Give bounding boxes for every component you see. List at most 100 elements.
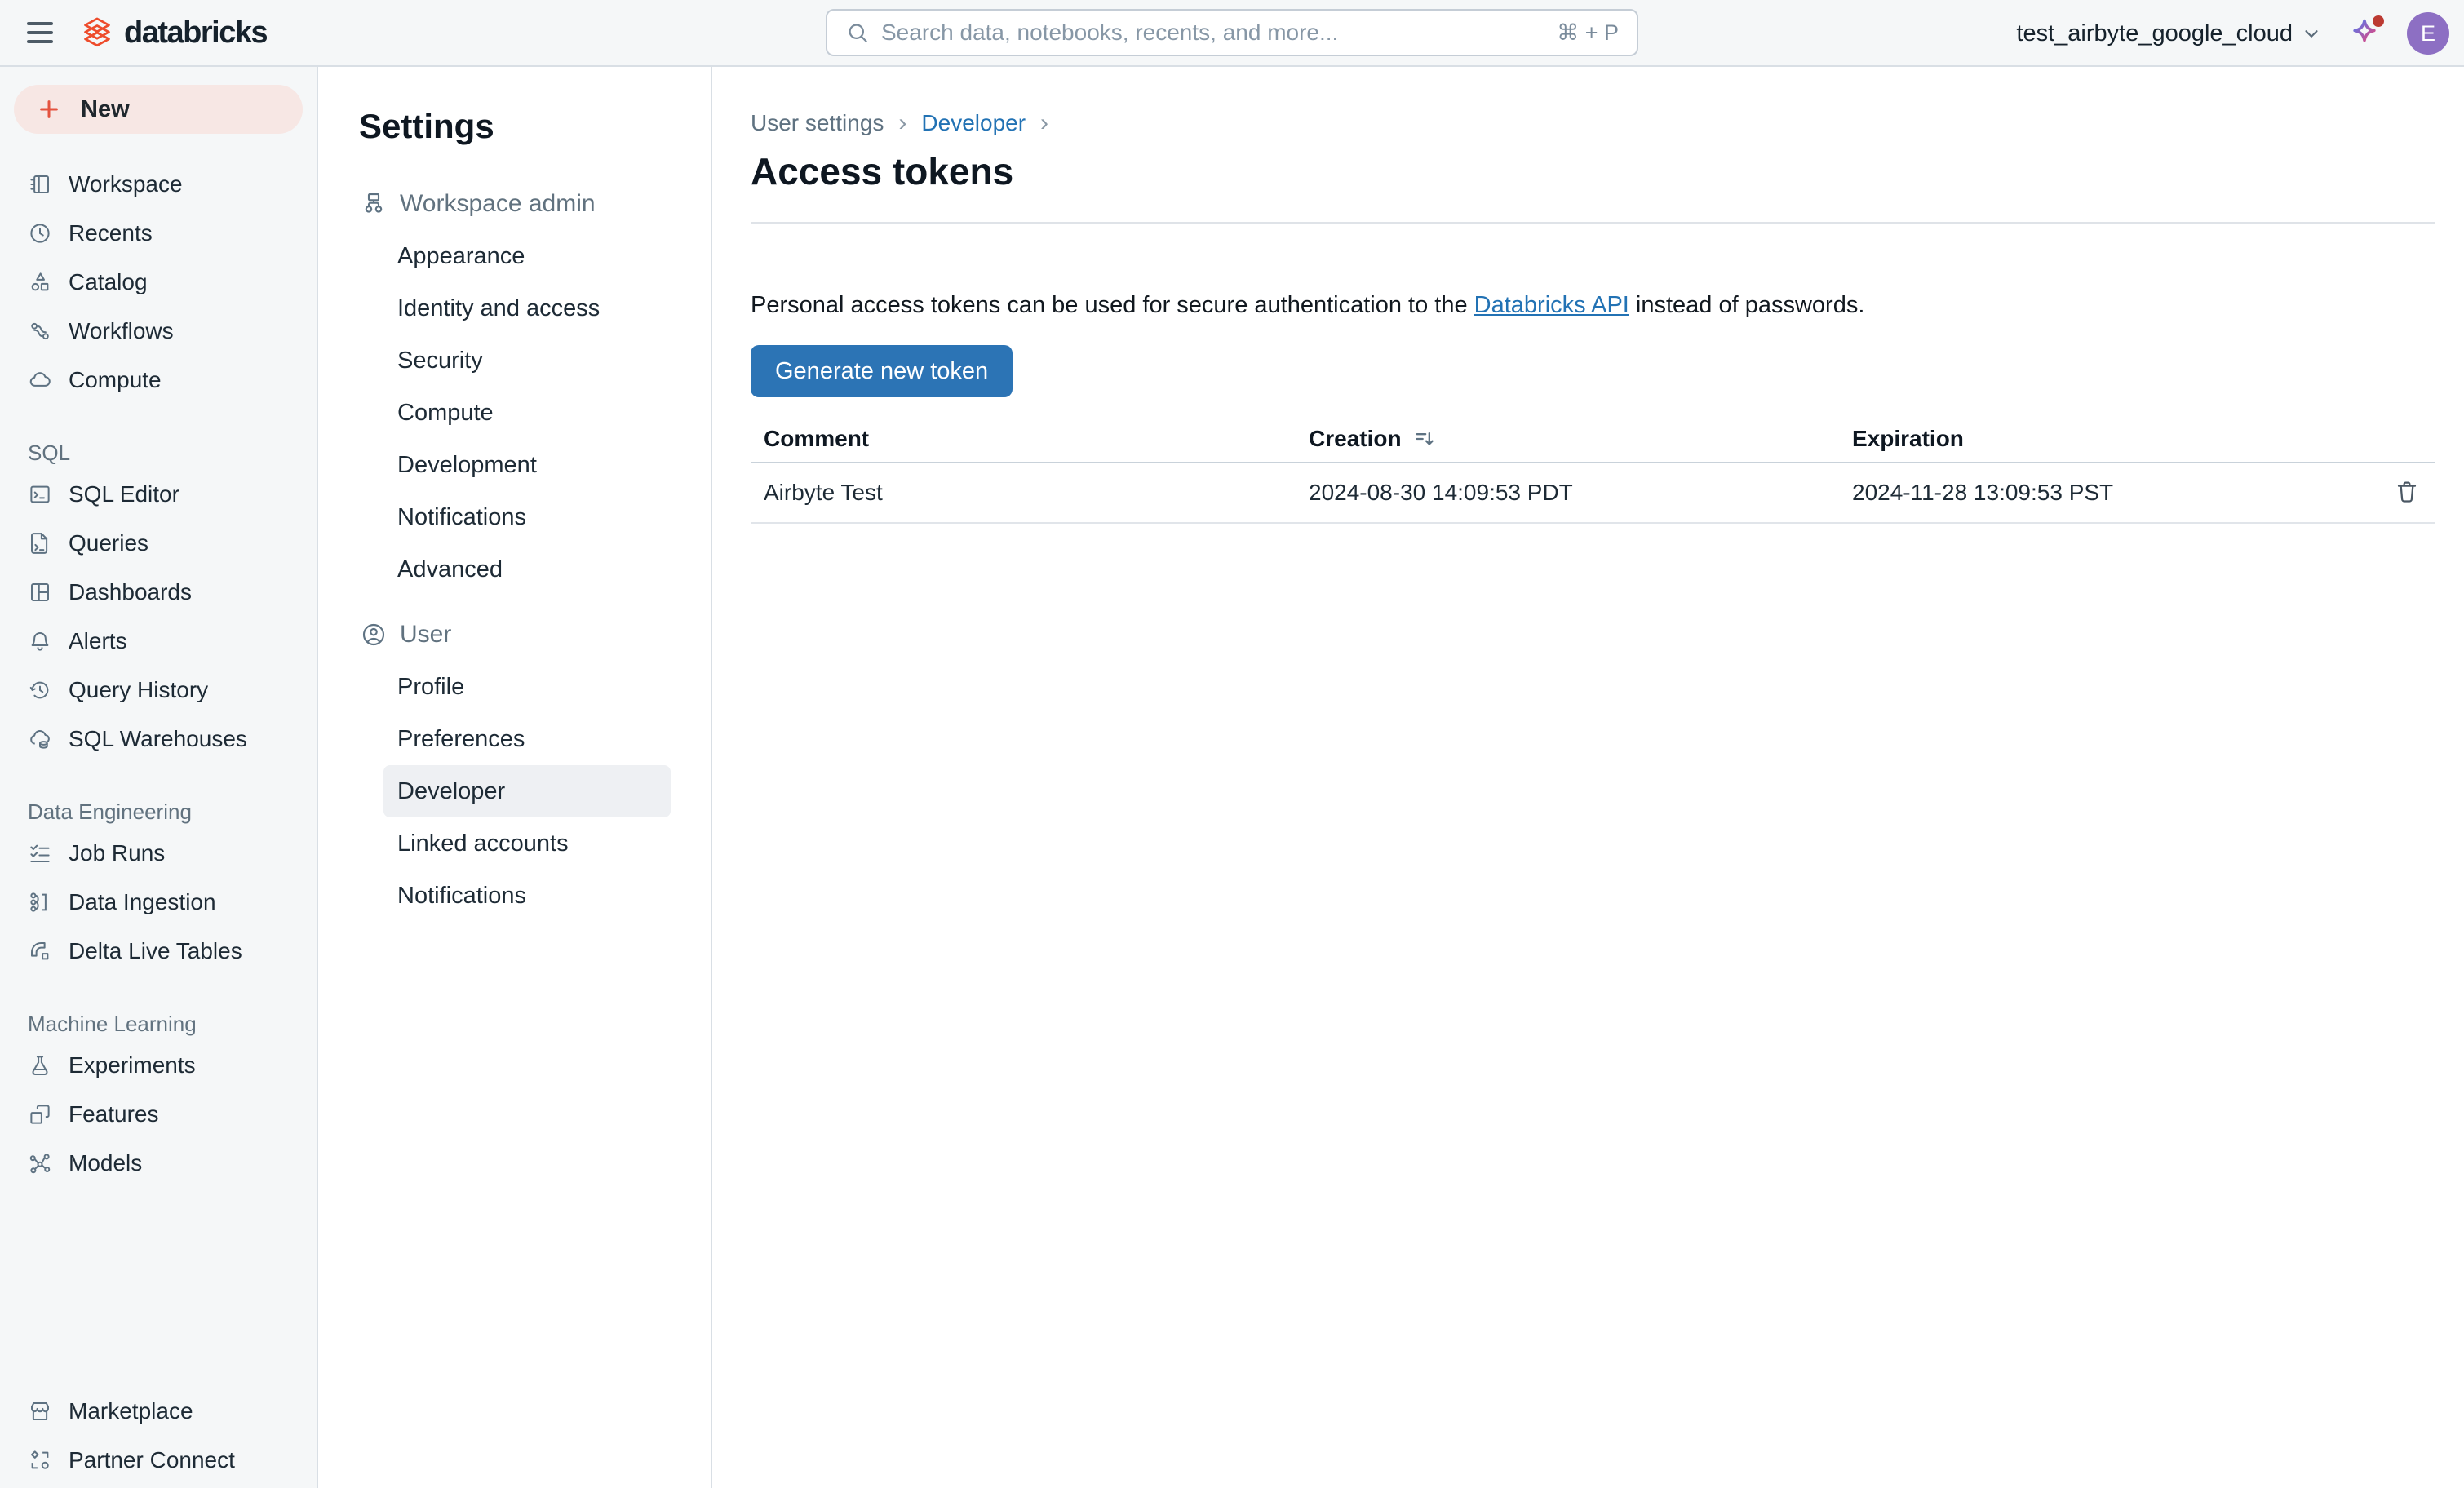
column-header-creation[interactable]: Creation — [1296, 415, 1839, 463]
databricks-logo[interactable]: databricks — [80, 16, 267, 51]
settings-item-notifications-admin[interactable]: Notifications — [383, 491, 671, 543]
assistant-button[interactable] — [2345, 14, 2384, 53]
sidebar-item-features[interactable]: Features — [0, 1090, 317, 1139]
catalog-icon — [28, 270, 52, 294]
sidebar-item-workflows[interactable]: Workflows — [0, 307, 317, 356]
topbar-right: test_airbyte_google_cloud E — [2016, 0, 2449, 67]
table-header-row: Comment Creation Expiration — [751, 415, 2435, 463]
org-chart-icon — [361, 191, 387, 217]
queries-icon — [28, 531, 52, 556]
sidebar-item-alerts[interactable]: Alerts — [0, 617, 317, 666]
sidebar-item-models[interactable]: Models — [0, 1139, 317, 1188]
workspace-icon — [28, 172, 52, 197]
settings-item-advanced[interactable]: Advanced — [383, 543, 671, 596]
sidebar-item-catalog[interactable]: Catalog — [0, 258, 317, 307]
search-input[interactable] — [881, 20, 1545, 46]
settings-group-label: User — [400, 621, 451, 649]
trash-icon — [2394, 479, 2420, 505]
breadcrumb-developer[interactable]: Developer — [921, 110, 1026, 136]
settings-item-preferences[interactable]: Preferences — [383, 713, 671, 765]
sql-warehouses-icon — [28, 727, 52, 751]
new-button[interactable]: New — [14, 85, 303, 134]
sidebar-item-query-history[interactable]: Query History — [0, 666, 317, 715]
settings-group-user[interactable]: User — [318, 620, 711, 649]
sidebar-item-recents[interactable]: Recents — [0, 209, 317, 258]
sql-editor-icon — [28, 482, 52, 507]
delete-token-button[interactable] — [2391, 476, 2423, 511]
table-row: Airbyte Test 2024-08-30 14:09:53 PDT 202… — [751, 463, 2435, 523]
generate-new-token-button[interactable]: Generate new token — [751, 345, 1013, 397]
sidebar-item-sql-editor[interactable]: SQL Editor — [0, 470, 317, 519]
data-ingestion-icon — [28, 890, 52, 914]
breadcrumb-separator: › — [898, 109, 906, 137]
sidebar-item-job-runs[interactable]: Job Runs — [0, 829, 317, 878]
sidebar-sql-group: SQL Editor Queries Dashboards — [0, 470, 317, 764]
delta-live-tables-icon — [28, 939, 52, 963]
models-icon — [28, 1151, 52, 1176]
page-title: Access tokens — [751, 148, 2435, 194]
workspace-selector[interactable]: test_airbyte_google_cloud — [2016, 20, 2322, 47]
access-tokens-table: Comment Creation Expiration — [751, 415, 2435, 524]
settings-item-identity-and-access[interactable]: Identity and access — [383, 282, 671, 334]
topbar: databricks ⌘ + P test_airbyte_google_clo… — [0, 0, 2464, 67]
sidebar-de-group: Job Runs Data Ingestion Delta Live Table… — [0, 829, 317, 976]
settings-item-profile[interactable]: Profile — [383, 661, 671, 713]
sidebar-item-dashboards[interactable]: Dashboards — [0, 568, 317, 617]
global-search[interactable]: ⌘ + P — [826, 9, 1638, 56]
main-content: User settings › Developer › Access token… — [712, 67, 2464, 1488]
sidebar-item-delta-live-tables[interactable]: Delta Live Tables — [0, 927, 317, 976]
sidebar: New Workspace Recents — [0, 67, 318, 1488]
sidebar-section-data-engineering: Data Engineering — [0, 795, 317, 829]
sort-desc-icon — [1413, 427, 1436, 450]
settings-item-notifications-user[interactable]: Notifications — [383, 870, 671, 922]
databricks-app: databricks ⌘ + P test_airbyte_google_clo… — [0, 0, 2464, 1488]
user-icon — [361, 622, 387, 648]
settings-item-development[interactable]: Development — [383, 439, 671, 491]
hamburger-menu-button[interactable] — [11, 8, 69, 57]
sidebar-item-data-ingestion[interactable]: Data Ingestion — [0, 878, 317, 927]
alerts-icon — [28, 629, 52, 653]
column-header-expiration[interactable]: Expiration — [1839, 415, 2369, 463]
notification-dot — [2373, 16, 2384, 27]
column-header-comment[interactable]: Comment — [751, 415, 1296, 463]
search-shortcut: ⌘ + P — [1557, 20, 1619, 46]
sidebar-item-experiments[interactable]: Experiments — [0, 1041, 317, 1090]
sidebar-item-partner-connect[interactable]: Partner Connect — [0, 1436, 317, 1485]
title-divider — [751, 222, 2435, 224]
sidebar-item-sql-warehouses[interactable]: SQL Warehouses — [0, 715, 317, 764]
experiments-icon — [28, 1053, 52, 1078]
settings-item-appearance[interactable]: Appearance — [383, 230, 671, 282]
recents-icon — [28, 221, 52, 246]
settings-panel: Settings Workspace admin Appearance Iden… — [318, 67, 712, 1488]
databricks-logo-text: databricks — [124, 16, 267, 51]
settings-title: Settings — [318, 106, 711, 147]
avatar-initial: E — [2421, 21, 2435, 46]
features-icon — [28, 1102, 52, 1127]
databricks-api-link[interactable]: Databricks API — [1474, 292, 1629, 318]
partner-connect-icon — [28, 1448, 52, 1472]
compute-icon — [28, 368, 52, 392]
token-actions-cell — [2369, 463, 2435, 523]
intro-text: Personal access tokens can be used for s… — [751, 292, 2435, 319]
user-items: Profile Preferences Developer Linked acc… — [318, 661, 711, 922]
sidebar-ml-group: Experiments Features Models — [0, 1041, 317, 1188]
job-runs-icon — [28, 841, 52, 866]
sidebar-nav: Workspace Recents Catalog — [0, 160, 317, 405]
settings-item-linked-accounts[interactable]: Linked accounts — [383, 817, 671, 870]
settings-group-workspace-admin[interactable]: Workspace admin — [318, 189, 711, 219]
avatar[interactable]: E — [2407, 12, 2449, 55]
sidebar-item-compute[interactable]: Compute — [0, 356, 317, 405]
chevron-down-icon — [2301, 23, 2322, 44]
sidebar-item-queries[interactable]: Queries — [0, 519, 317, 568]
sidebar-section-machine-learning: Machine Learning — [0, 1007, 317, 1041]
sidebar-item-marketplace[interactable]: Marketplace — [0, 1387, 317, 1436]
settings-item-developer[interactable]: Developer — [383, 765, 671, 817]
workspace-name: test_airbyte_google_cloud — [2016, 20, 2293, 47]
breadcrumb-user-settings[interactable]: User settings — [751, 110, 884, 136]
breadcrumb: User settings › Developer › — [751, 109, 2435, 137]
workflows-icon — [28, 319, 52, 343]
settings-item-security[interactable]: Security — [383, 334, 671, 387]
token-comment-cell: Airbyte Test — [751, 463, 1296, 523]
settings-item-compute[interactable]: Compute — [383, 387, 671, 439]
sidebar-item-workspace[interactable]: Workspace — [0, 160, 317, 209]
